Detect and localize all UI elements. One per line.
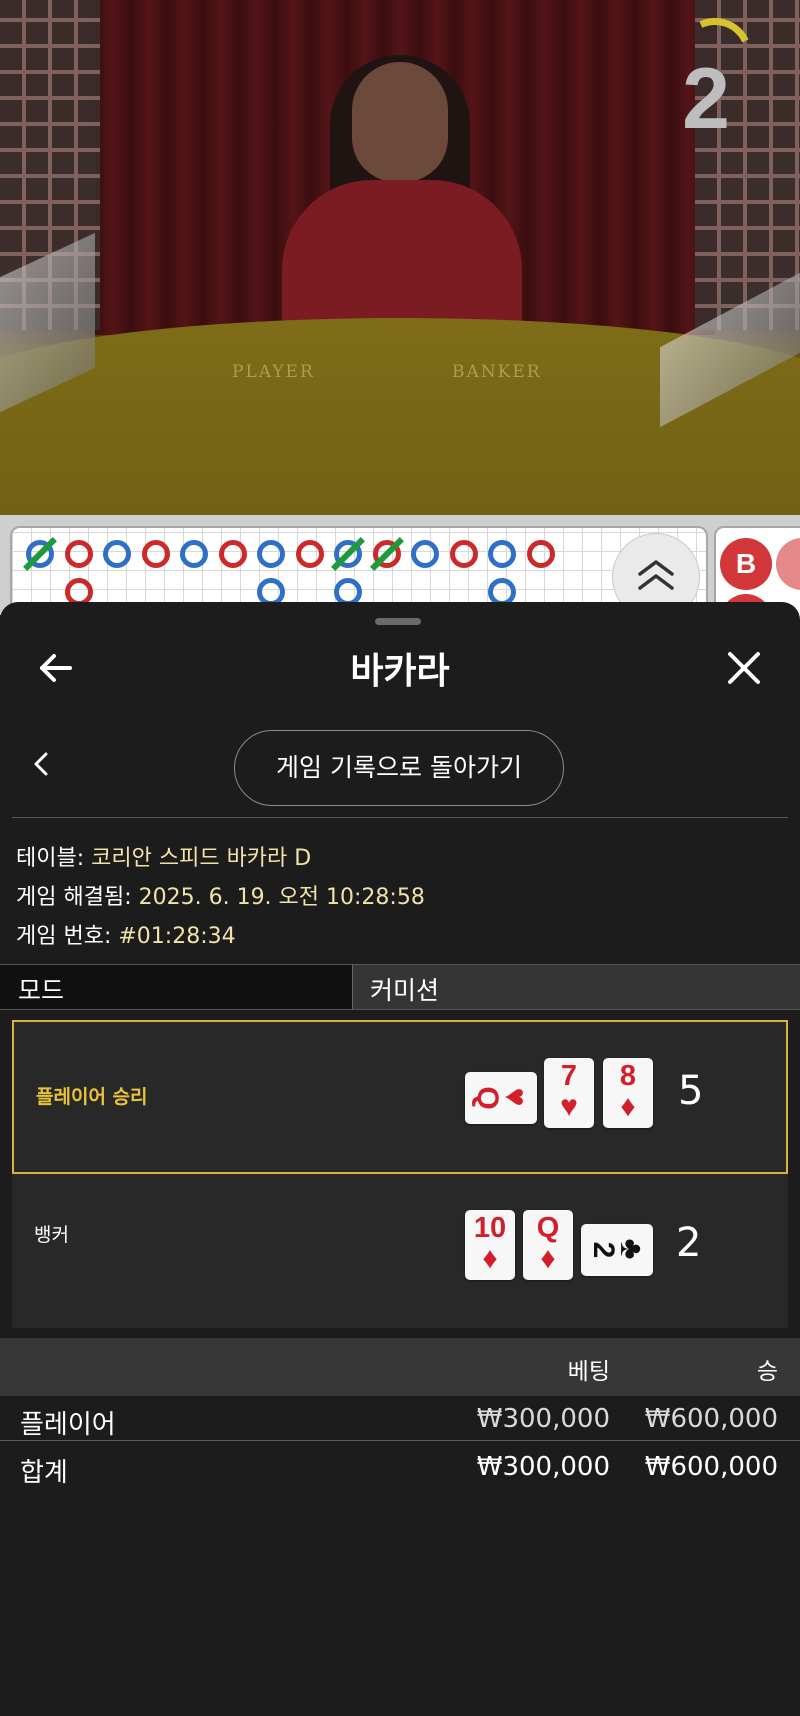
resolved-info: 게임 해결됨: 2025. 6. 19. 오전 10:28:58 xyxy=(16,879,425,911)
mode-cell: 모드 xyxy=(0,965,353,1009)
sheet-drag-handle[interactable] xyxy=(375,618,421,625)
player-result-row: 플레이어 승리 Q ♥ 7 ♥ 8 ♦ 5 xyxy=(12,1020,788,1174)
page-title: 바카라 xyxy=(350,651,450,692)
banker-result-row: 뱅커 10 ♦ Q ♦ 2 ♣ 2 xyxy=(12,1174,788,1328)
big-road-banker-dot xyxy=(776,538,800,590)
back-to-history-button[interactable]: 게임 기록으로 돌아가기 xyxy=(234,730,564,806)
card-suit: ♦ xyxy=(620,1090,636,1123)
double-chevron-up-icon xyxy=(638,560,674,590)
card-rank: Q xyxy=(536,1212,560,1244)
player-ring xyxy=(257,540,285,568)
column-header-bet: 베팅 xyxy=(567,1359,610,1385)
table-value: 코리안 스피드 바카라 D xyxy=(91,846,312,871)
player-result-label: 플레이어 승리 xyxy=(36,1086,148,1108)
live-video-feed: PLAYER BANKER 2 xyxy=(0,0,800,515)
player-ring xyxy=(103,540,131,568)
dealer-body xyxy=(282,180,522,330)
resolved-label: 게임 해결됨: xyxy=(16,885,139,910)
close-button[interactable] xyxy=(724,648,764,688)
mode-label: 모드 xyxy=(18,976,65,1005)
bet-table-header: 베팅 승 xyxy=(0,1338,800,1396)
total-win: ₩600,000 xyxy=(644,1452,778,1482)
playing-card: Q ♦ xyxy=(523,1210,573,1280)
previous-game-button[interactable] xyxy=(30,748,54,780)
playing-card: Q ♥ xyxy=(465,1072,537,1124)
mode-bar: 모드 커미션 xyxy=(0,964,800,1010)
divider xyxy=(0,1440,800,1441)
banker-result-label: 뱅커 xyxy=(34,1224,69,1246)
bet-amount: ₩300,000 xyxy=(476,1404,610,1434)
resolved-value: 2025. 6. 19. 오전 10:28:58 xyxy=(138,885,425,910)
banker-ring xyxy=(218,540,247,568)
card-suit: ♥ xyxy=(560,1090,578,1123)
chevron-left-icon xyxy=(34,752,48,776)
divider xyxy=(12,817,788,818)
close-icon xyxy=(728,652,760,684)
bet-name: 플레이어 xyxy=(20,1410,116,1440)
player-ring xyxy=(180,540,208,568)
playing-card: 8 ♦ xyxy=(603,1058,653,1128)
game-number-label: 게임 번호: xyxy=(16,924,119,949)
win-amount: ₩600,000 xyxy=(644,1404,778,1434)
felt-label-player: PLAYER xyxy=(232,362,315,382)
playing-card: 2 ♣ xyxy=(581,1224,653,1276)
player-score: 5 xyxy=(678,1068,704,1114)
card-rank: 10 xyxy=(473,1212,507,1244)
banker-ring xyxy=(449,540,478,568)
banker-ring xyxy=(141,540,170,568)
card-suit: ♣ xyxy=(614,1238,650,1260)
player-ring xyxy=(488,540,516,568)
big-road-banker-dot: B xyxy=(720,538,772,590)
card-suit: ♦ xyxy=(540,1242,556,1275)
table-row: 플레이어 ₩300,000 ₩600,000 xyxy=(0,1398,800,1444)
total-label: 합계 xyxy=(20,1458,68,1488)
felt-label-banker: BANKER xyxy=(452,362,542,382)
game-number-value: #01:28:34 xyxy=(118,924,236,949)
card-suit: ♦ xyxy=(482,1242,498,1275)
commission-label: 커미션 xyxy=(370,976,440,1005)
total-row: 합계 ₩300,000 ₩600,000 xyxy=(0,1446,800,1492)
dealer-face xyxy=(352,62,448,182)
card-rank: 8 xyxy=(619,1060,637,1092)
banker-ring xyxy=(295,540,324,568)
player-ring xyxy=(411,540,439,568)
game-number-info: 게임 번호: #01:28:34 xyxy=(16,918,236,950)
playing-card: 7 ♥ xyxy=(544,1058,594,1128)
card-rank: 7 xyxy=(560,1060,578,1092)
game-history-sheet: 바카라 게임 기록으로 돌아가기 테이블: 코리안 스피드 바카라 D 게임 해… xyxy=(0,602,800,1716)
total-bet: ₩300,000 xyxy=(476,1452,610,1482)
playing-card: 10 ♦ xyxy=(465,1210,515,1280)
banker-ring xyxy=(64,540,93,568)
banker-ring xyxy=(526,540,555,568)
countdown-timer: 2 xyxy=(682,51,730,147)
card-suit: ♥ xyxy=(498,1087,534,1107)
table-label: 테이블: xyxy=(16,846,92,871)
table-info: 테이블: 코리안 스피드 바카라 D xyxy=(16,840,311,872)
column-header-win: 승 xyxy=(756,1359,778,1385)
banker-score: 2 xyxy=(676,1220,702,1266)
